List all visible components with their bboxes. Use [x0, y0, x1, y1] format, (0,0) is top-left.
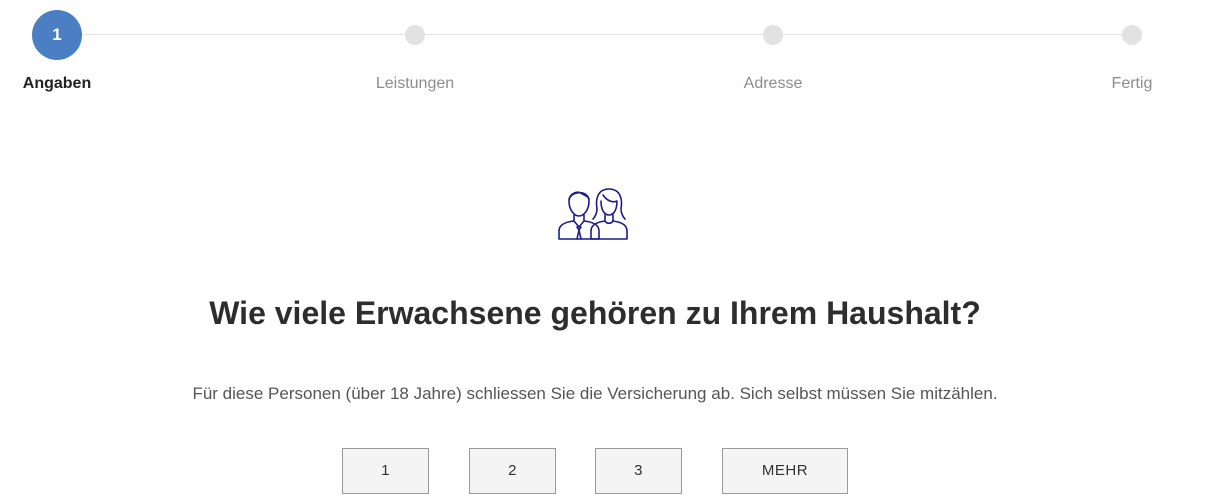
- answer-button-3[interactable]: 3: [595, 448, 682, 494]
- two-adults-icon: [558, 188, 628, 240]
- step-label-angaben: Angaben: [22, 75, 92, 92]
- step-number-badge: 1: [32, 10, 82, 60]
- answer-button-more[interactable]: MEHR: [722, 448, 848, 494]
- step-label-leistungen: Leistungen: [375, 75, 455, 92]
- answer-button-2[interactable]: 2: [469, 448, 556, 494]
- step-label-fertig: Fertig: [1111, 75, 1153, 92]
- step-label-adresse: Adresse: [743, 75, 803, 92]
- question-hint: Für diese Personen (über 18 Jahre) schli…: [192, 384, 998, 403]
- step-dot: [405, 25, 425, 45]
- step-dot: [763, 25, 783, 45]
- stepper-track: [57, 34, 1132, 35]
- step-dot: [1122, 25, 1142, 45]
- answer-button-1[interactable]: 1: [342, 448, 429, 494]
- question-title: Wie viele Erwachsene gehören zu Ihrem Ha…: [209, 295, 981, 331]
